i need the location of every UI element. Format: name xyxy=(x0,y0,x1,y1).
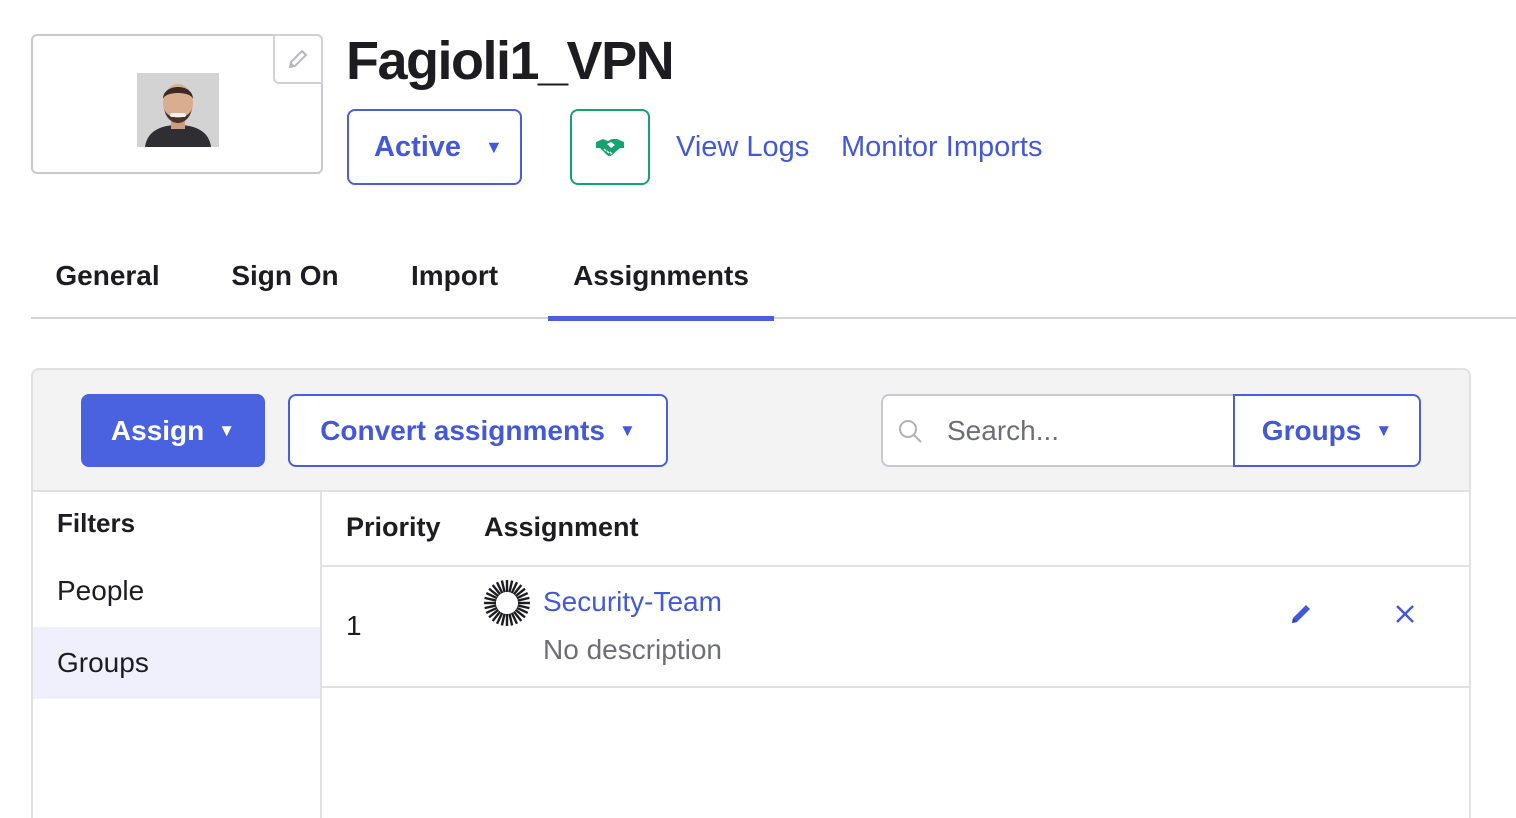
column-header-assignment: Assignment xyxy=(484,512,639,542)
status-label: Active xyxy=(374,130,462,163)
search-input[interactable] xyxy=(947,414,1217,447)
convert-assignments-button[interactable]: Convert assignments ▼ xyxy=(288,394,668,467)
status-dropdown-button[interactable]: Active ▼ xyxy=(347,109,522,185)
row-divider xyxy=(322,686,1469,688)
monitor-imports-link[interactable]: Monitor Imports xyxy=(841,128,1042,166)
tab-bar: General Sign On Import Assignments xyxy=(31,240,1516,321)
tab-sign-on[interactable]: Sign On xyxy=(208,240,362,319)
assignments-panel: Assign ▼ Convert assignments ▼ Groups ▼ … xyxy=(31,368,1471,818)
assignments-table: Priority Assignment 1 Security-Team No d… xyxy=(322,492,1469,818)
search-box xyxy=(881,394,1235,467)
close-icon xyxy=(1394,603,1416,625)
convert-assignments-label: Convert assignments xyxy=(320,414,605,446)
assign-label: Assign xyxy=(110,414,205,446)
caret-down-icon: ▼ xyxy=(485,136,503,157)
app-logo-image xyxy=(137,73,219,147)
assignments-toolbar: Assign ▼ Convert assignments ▼ Groups ▼ xyxy=(33,370,1469,492)
pencil-icon xyxy=(286,47,310,71)
view-logs-link[interactable]: View Logs xyxy=(676,128,809,166)
row-priority: 1 xyxy=(346,610,362,641)
edit-logo-button[interactable] xyxy=(273,34,323,84)
group-name-link[interactable]: Security-Team xyxy=(543,586,722,618)
header-divider xyxy=(322,565,1469,567)
caret-down-icon: ▼ xyxy=(218,420,236,440)
pencil-icon xyxy=(1288,601,1314,627)
push-provisioning-button[interactable] xyxy=(570,109,650,185)
search-icon xyxy=(897,418,923,444)
filter-people[interactable]: People xyxy=(33,555,320,627)
assignment-type-select[interactable]: Groups ▼ xyxy=(1233,394,1421,467)
app-logo-box xyxy=(31,34,323,174)
filters-title: Filters xyxy=(57,508,136,538)
group-description: No description xyxy=(543,634,722,665)
tab-import[interactable]: Import xyxy=(388,240,521,319)
filter-groups[interactable]: Groups xyxy=(33,627,320,699)
assign-button[interactable]: Assign ▼ xyxy=(81,394,265,467)
caret-down-icon: ▼ xyxy=(618,420,636,440)
tab-assignments[interactable]: Assignments xyxy=(548,240,774,321)
column-header-priority: Priority xyxy=(346,512,441,542)
assignment-type-label: Groups xyxy=(1261,414,1362,446)
handshake-icon xyxy=(595,136,625,158)
group-sunburst-icon xyxy=(482,578,532,628)
remove-assignment-button[interactable] xyxy=(1391,600,1419,628)
edit-assignment-button[interactable] xyxy=(1287,600,1315,628)
caret-down-icon: ▼ xyxy=(1375,420,1393,440)
filters-sidebar: Filters People Groups xyxy=(33,492,322,818)
app-title: Fagioli1_VPN xyxy=(346,31,675,91)
tab-general[interactable]: General xyxy=(31,240,184,319)
